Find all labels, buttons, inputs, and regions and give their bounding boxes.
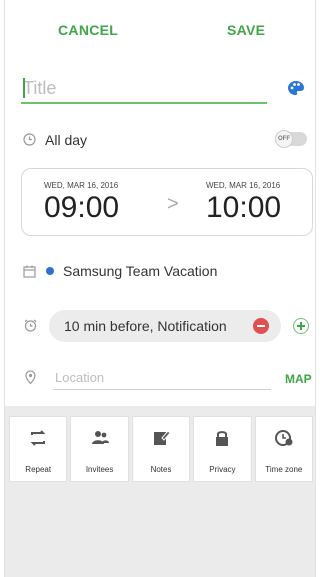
calendar-icon: [23, 265, 36, 283]
option-invitees[interactable]: Invitees: [70, 416, 129, 482]
start-time[interactable]: 09:00: [44, 191, 119, 225]
reminder-chip[interactable]: 10 min before, Notification: [49, 310, 281, 342]
title-input[interactable]: [21, 74, 267, 104]
toggle-state-label: OFF: [275, 130, 293, 148]
text-cursor: [23, 78, 25, 98]
event-editor: CANCEL SAVE All day OFF WED, MAR 16, 201…: [4, 0, 316, 577]
title-row: [21, 72, 304, 108]
time-range-box: WED, MAR 16, 2016 09:00 > WED, MAR 16, 2…: [21, 168, 313, 236]
option-label: Privacy: [209, 465, 236, 474]
location-row: MAP: [21, 366, 312, 394]
lock-icon: [216, 431, 229, 446]
start-date[interactable]: WED, MAR 16, 2016: [44, 181, 118, 190]
calendar-color-dot: [46, 267, 54, 275]
cancel-button[interactable]: CANCEL: [58, 22, 118, 38]
palette-icon[interactable]: [287, 80, 305, 101]
end-time[interactable]: 10:00: [206, 191, 281, 225]
invitees-icon: [91, 431, 109, 444]
map-button[interactable]: MAP: [285, 372, 312, 386]
options-bar: Repeat Invitees Notes Privacy Time zone: [9, 416, 314, 482]
clock-icon: [23, 133, 36, 151]
option-label: Notes: [150, 465, 172, 474]
location-pin-icon: [25, 370, 36, 390]
add-reminder-icon[interactable]: [293, 318, 309, 334]
option-repeat[interactable]: Repeat: [9, 416, 68, 482]
all-day-toggle[interactable]: OFF: [275, 130, 307, 148]
calendar-row[interactable]: Samsung Team Vacation: [21, 262, 311, 282]
top-bar: CANCEL SAVE: [5, 0, 315, 64]
option-label: Invitees: [85, 465, 114, 474]
option-time-zone[interactable]: Time zone: [254, 416, 314, 482]
calendar-name: Samsung Team Vacation: [63, 263, 218, 279]
notes-icon: [154, 430, 171, 445]
options-tray: Repeat Invitees Notes Privacy Time zone: [5, 406, 315, 577]
reminder-text: 10 min before, Notification: [64, 318, 227, 334]
arrow-right-icon: >: [167, 193, 179, 215]
remove-reminder-icon[interactable]: [253, 318, 269, 334]
option-label: Time zone: [265, 465, 303, 474]
option-notes[interactable]: Notes: [131, 416, 191, 482]
reminder-row: 10 min before, Notification: [21, 310, 311, 342]
repeat-icon: [30, 430, 46, 446]
option-label: Repeat: [25, 465, 52, 474]
save-button[interactable]: SAVE: [227, 22, 265, 38]
all-day-label: All day: [45, 132, 88, 148]
alarm-icon: [24, 319, 37, 337]
location-input[interactable]: [53, 366, 271, 390]
option-privacy[interactable]: Privacy: [193, 416, 252, 482]
all-day-row: All day OFF: [21, 128, 311, 154]
end-date[interactable]: WED, MAR 16, 2016: [206, 181, 280, 190]
timezone-icon: [274, 430, 293, 446]
